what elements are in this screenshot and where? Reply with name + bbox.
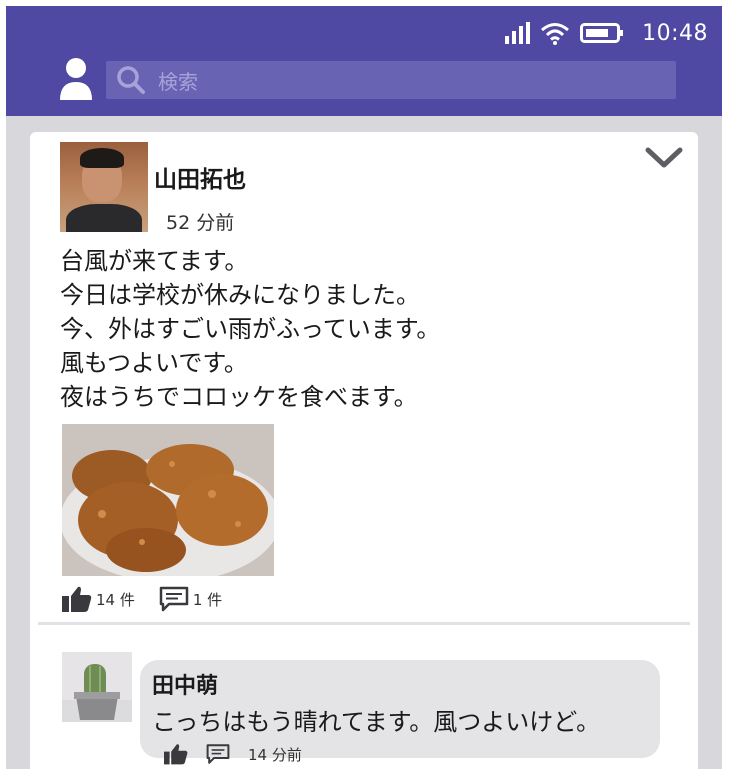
post-body: 台風が来てます。 今日は学校が休みになりました。 今、外はすごい雨がふっています…: [60, 244, 680, 414]
signal-icon: [505, 22, 531, 44]
app-header: 10:48 検索: [6, 6, 722, 116]
comment-text: こっちはもう晴れてます。風つよいけど。: [152, 708, 601, 736]
post-line: 今、外はすごい雨がふっています。: [60, 315, 441, 343]
like-count: 14 件: [96, 590, 135, 609]
comment-count: 1 件: [192, 590, 223, 609]
comment-bubble: 田中萌 こっちはもう晴れてます。風つよいけど。 14 分前: [140, 660, 660, 765]
search-placeholder: 検索: [158, 69, 198, 94]
post-photo[interactable]: [62, 424, 274, 576]
author-name[interactable]: 山田拓也: [154, 160, 246, 194]
search-input[interactable]: 検索: [106, 61, 676, 99]
battery-icon: [580, 23, 624, 43]
comment-icon[interactable]: [159, 586, 189, 612]
author-avatar[interactable]: [60, 142, 148, 232]
comment-icon[interactable]: [206, 743, 230, 765]
wifi-icon: [541, 23, 570, 45]
post-card: 山田拓也 52 分前 台風が来てます。 今日は学校が休みになりました。 今、外は…: [30, 132, 698, 769]
profile-icon[interactable]: [58, 56, 94, 100]
commenter-name[interactable]: 田中萌: [152, 668, 660, 700]
divider: [38, 622, 690, 625]
app-screen: 10:48 検索 山田拓也 52 分前 台風が来てます。 今日は学校が休みになり…: [6, 6, 722, 769]
status-time: 10:48: [642, 20, 708, 46]
chevron-down-icon[interactable]: [644, 146, 684, 170]
post-line: 台風が来てます。: [60, 247, 249, 275]
post-line: 夜はうちでコロッケを食べます。: [60, 383, 418, 411]
like-icon[interactable]: [62, 586, 92, 612]
status-bar: 10:48: [504, 18, 708, 48]
commenter-avatar[interactable]: [62, 652, 132, 722]
reaction-bar: 14 件 1 件: [62, 586, 222, 612]
comment-meta: 14 分前: [152, 743, 660, 765]
post-line: 風もつよいです。: [60, 349, 248, 377]
search-icon: [114, 63, 148, 97]
comment-timestamp: 14 分前: [248, 745, 302, 764]
post-timestamp: 52 分前: [166, 212, 235, 234]
post-line: 今日は学校が休みになりました。: [60, 281, 420, 309]
like-icon[interactable]: [164, 743, 188, 765]
